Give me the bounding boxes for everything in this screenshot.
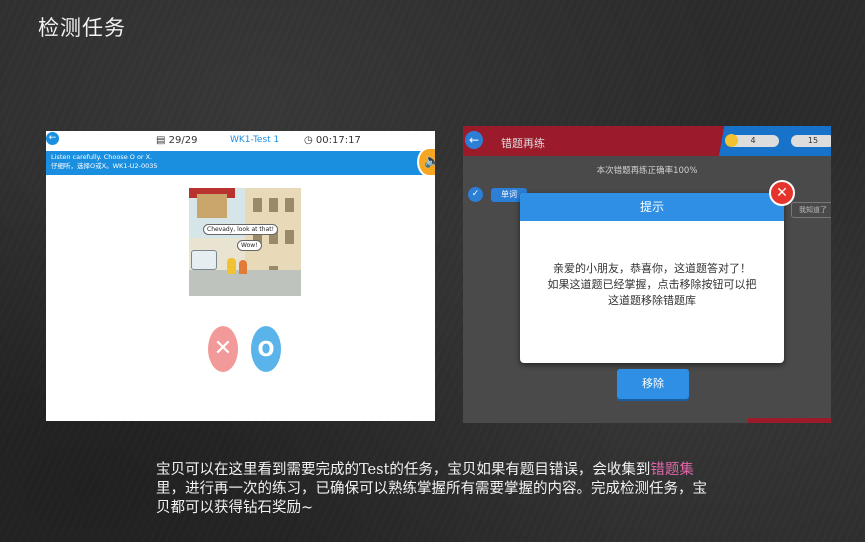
check-icon: ✓ [468,187,483,202]
instruction-bar: Listen carefully. Choose O or X. 仔细听，选择O… [46,151,435,175]
coin-counter: 4 [725,134,779,147]
review-header: ← 错题再练 4 15 [463,126,831,156]
close-icon[interactable]: ✕ [769,180,795,206]
accuracy-text: 本次错题再练正确率100% [596,166,698,176]
instruction-cn: 仔细听，选择O或X。WK1-U2-0035 [51,162,158,170]
test-top-bar: ← ▤ 29/29 WK1-Test 1 ◷ 00:17:17 [46,131,435,151]
o-answer-button[interactable]: O [251,326,281,372]
highlight-term: 错题集 [650,462,694,478]
progress-counter: ▤ 29/29 [156,135,198,146]
test-name: WK1-Test 1 [230,135,280,145]
timer: ◷ 00:17:17 [304,135,361,146]
document-icon: ▤ [156,135,166,146]
review-title: 错题再练 [501,137,545,150]
back-arrow-icon[interactable]: ← [465,131,483,149]
review-screenshot: ← 错题再练 4 15 本次错题再练正确率100% ✓ 单词 我知道了 提示 亲… [463,126,831,423]
x-icon: ✕ [213,336,233,361]
gem-counter: 15 [791,135,831,147]
got-it-button[interactable]: 我知道了 [791,202,831,218]
dialog-title: 提示 [520,193,784,221]
question-illustration: Chevady, look at that! Wow! [189,188,301,296]
caption-text: 宝贝可以在这里看到需要完成的Test的任务，宝贝如果有题目错误，会收集到错题集里… [156,462,707,516]
speaker-icon[interactable]: 🔈 [417,147,435,177]
bus-illustration [191,250,217,270]
o-icon: O [257,337,275,361]
clock-icon: ◷ [304,135,313,146]
x-answer-button[interactable]: ✕ [208,326,238,372]
back-arrow-icon[interactable]: ← [46,132,59,145]
instruction-en: Listen carefully. Choose O or X. [51,153,153,161]
speech-bubble: Chevady, look at that! [203,224,279,235]
slide-title: 检测任务 [38,16,126,40]
tip-dialog: 提示 亲爱的小朋友，恭喜你，这道题答对了！ 如果这道题已经掌握，点击移除按钮可以… [520,193,784,363]
speech-bubble: Wow! [237,240,262,251]
remove-button[interactable]: 移除 [617,369,689,399]
test-screenshot: ← ▤ 29/29 WK1-Test 1 ◷ 00:17:17 Listen c… [46,131,435,421]
dialog-message: 亲爱的小朋友，恭喜你，这道题答对了！ 如果这道题已经掌握，点击移除按钮可以把 这… [547,262,757,307]
